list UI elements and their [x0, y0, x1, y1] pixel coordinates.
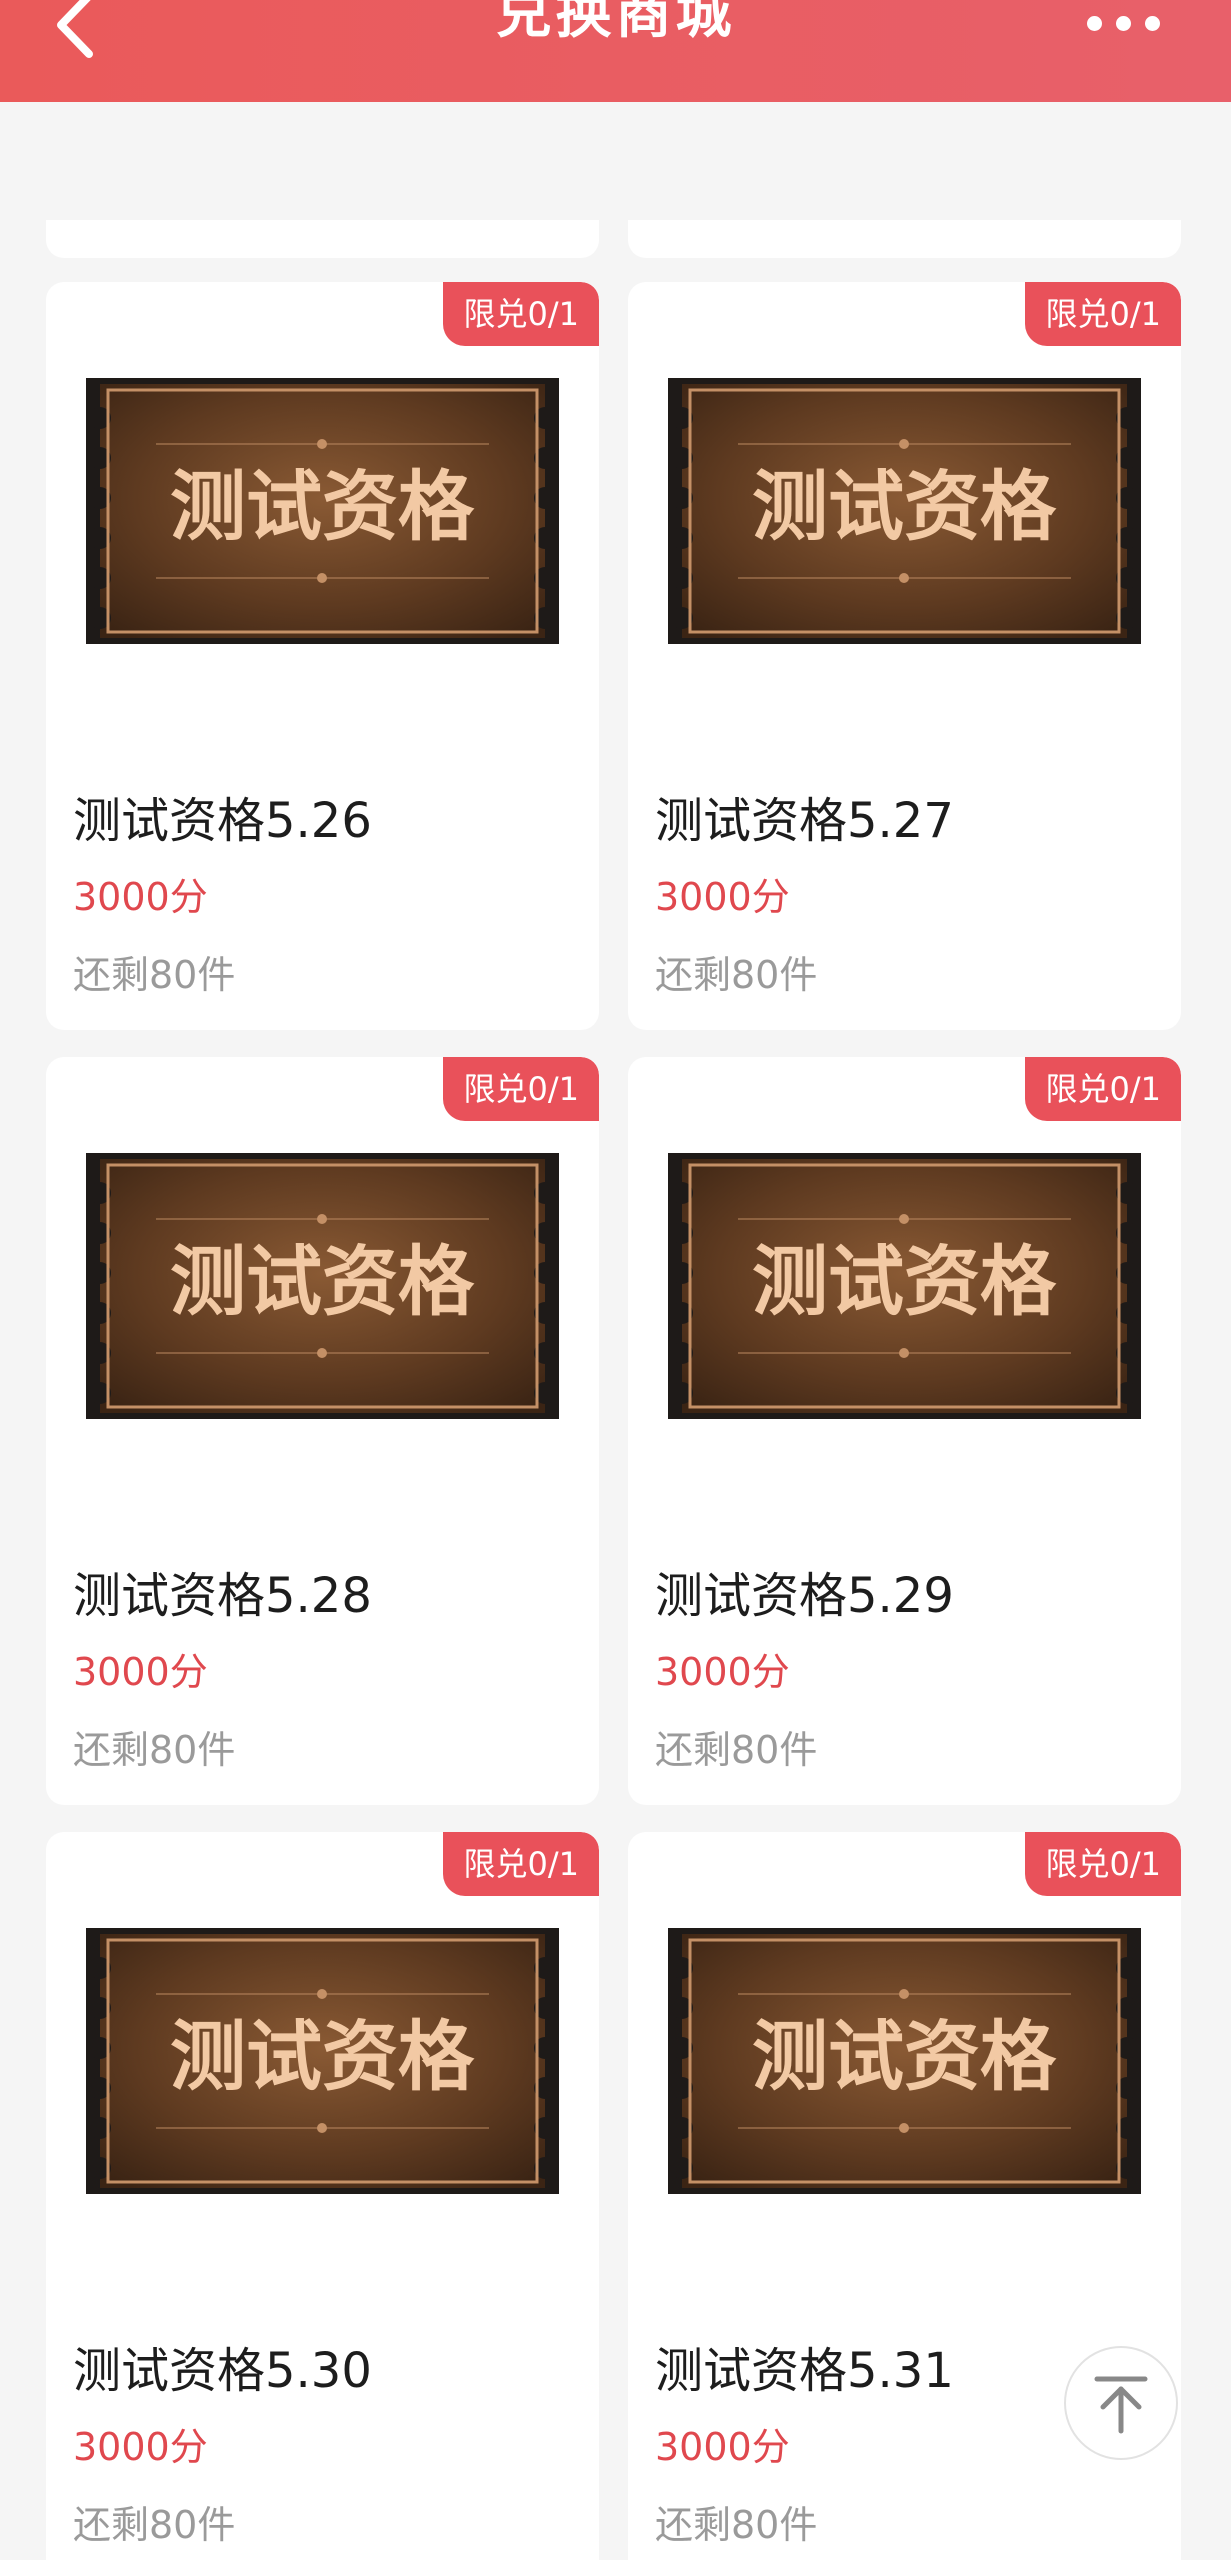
partial-card-bottom: [628, 220, 1181, 258]
product-price: 3000分: [655, 875, 790, 919]
limit-badge: 限兑0/1: [1025, 282, 1181, 346]
product-name: 测试资格5.30: [73, 2343, 372, 2399]
ticket-image: 测试资格: [86, 378, 559, 644]
more-button[interactable]: [1063, 6, 1183, 40]
ticket-art-text: 测试资格: [170, 462, 475, 551]
product-name: 测试资格5.28: [73, 1568, 372, 1624]
product-price: 3000分: [73, 2425, 208, 2469]
product-name: 测试资格5.29: [655, 1568, 954, 1624]
more-horizontal-icon: [1086, 15, 1160, 31]
ticket-image: 测试资格: [86, 1153, 559, 1419]
product-stock: 还剩80件: [655, 1728, 818, 1772]
product-image: 测试资格: [86, 1928, 559, 2194]
ticket-image: 测试资格: [86, 1928, 559, 2194]
product-image: 测试资格: [86, 1153, 559, 1419]
ticket-image: 测试资格: [668, 378, 1141, 644]
product-price: 3000分: [655, 2425, 790, 2469]
product-name: 测试资格5.31: [655, 2343, 954, 2399]
product-card[interactable]: 限兑0/1 测试资格 测试资格5.26 3000分 还剩80件: [46, 282, 599, 1030]
ticket-art-text: 测试资格: [170, 2012, 475, 2101]
ticket-image: 测试资格: [668, 1153, 1141, 1419]
limit-badge: 限兑0/1: [1025, 1057, 1181, 1121]
arrow-up-to-top-icon: [1094, 2376, 1148, 2434]
page-title: 兑换商城: [495, 0, 736, 46]
product-name: 测试资格5.26: [73, 793, 372, 849]
limit-badge: 限兑0/1: [443, 282, 599, 346]
product-image: 测试资格: [668, 1153, 1141, 1419]
product-card[interactable]: 限兑0/1 测试资格 测试资格5.29 3000分 还剩80件: [628, 1057, 1181, 1805]
product-name: 测试资格5.27: [655, 793, 954, 849]
back-to-top-button[interactable]: [1064, 2346, 1178, 2460]
product-stock: 还剩80件: [73, 2503, 236, 2547]
product-price: 3000分: [73, 875, 208, 919]
product-image: 测试资格: [668, 1928, 1141, 2194]
ticket-art-text: 测试资格: [170, 1237, 475, 1326]
product-card[interactable]: 限兑0/1 测试资格 测试资格5.28 3000分 还剩80件: [46, 1057, 599, 1805]
product-grid: 限兑0/1 测试资格 测试资格5.26 3000分 还剩80件 限兑0/1 测试…: [0, 102, 1231, 2560]
limit-badge: 限兑0/1: [443, 1832, 599, 1896]
product-card[interactable]: 限兑0/1 测试资格 测试资格5.30 3000分 还剩80件: [46, 1832, 599, 2560]
ticket-art-text: 测试资格: [752, 2012, 1057, 2101]
product-price: 3000分: [655, 1650, 790, 1694]
product-card[interactable]: 限兑0/1 测试资格 测试资格5.27 3000分 还剩80件: [628, 282, 1181, 1030]
product-stock: 还剩80件: [73, 953, 236, 997]
limit-badge: 限兑0/1: [443, 1057, 599, 1121]
ticket-image: 测试资格: [668, 1928, 1141, 2194]
app-header: 兑换商城: [0, 0, 1231, 102]
ticket-art-text: 测试资格: [752, 462, 1057, 551]
product-stock: 还剩80件: [655, 2503, 818, 2547]
product-image: 测试资格: [86, 378, 559, 644]
product-image: 测试资格: [668, 378, 1141, 644]
product-price: 3000分: [73, 1650, 208, 1694]
limit-badge: 限兑0/1: [1025, 1832, 1181, 1896]
ticket-art-text: 测试资格: [752, 1237, 1057, 1326]
partial-card-bottom: [46, 220, 599, 258]
product-stock: 还剩80件: [655, 953, 818, 997]
product-stock: 还剩80件: [73, 1728, 236, 1772]
